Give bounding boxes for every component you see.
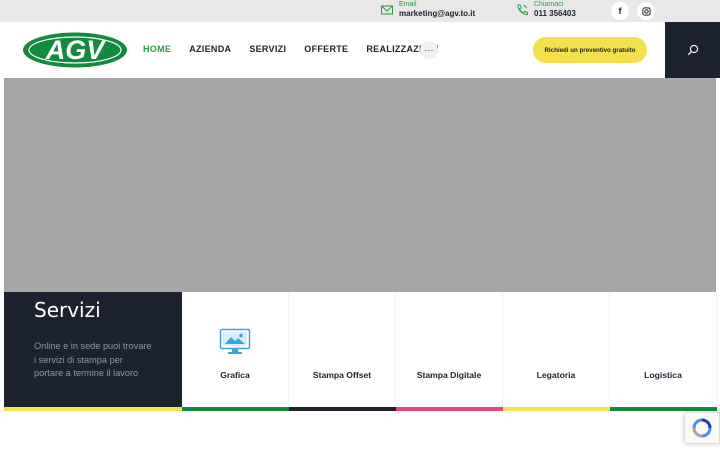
nav-servizi[interactable]: SERVIZI xyxy=(249,44,286,54)
recaptcha-badge[interactable] xyxy=(684,412,720,444)
service-card-stampa-digitale[interactable]: Stampa Digitale xyxy=(396,292,503,408)
mail-icon xyxy=(381,5,393,15)
phone-value[interactable]: 011 356403 xyxy=(534,9,576,19)
service-label: Logistica xyxy=(644,370,682,380)
instagram-icon[interactable] xyxy=(637,2,655,20)
service-card-logistica[interactable]: Logistica xyxy=(610,292,717,408)
quote-request-button[interactable]: Richiedi un preventivo gratuito xyxy=(533,37,647,63)
service-card-stampa-offset[interactable]: Stampa Offset xyxy=(289,292,396,408)
services-description: Online e in sede puoi trovare i servizi … xyxy=(34,341,152,379)
nav-offerte[interactable]: OFFERTE xyxy=(304,44,348,54)
card-stripe xyxy=(503,407,610,411)
intro-stripe xyxy=(4,407,182,411)
service-label: Stampa Digitale xyxy=(416,370,482,380)
search-button[interactable] xyxy=(665,22,720,78)
more-menu-button[interactable]: ··· xyxy=(420,41,438,59)
service-label: Grafica xyxy=(220,370,250,380)
card-stripe xyxy=(182,407,289,411)
service-card-grafica[interactable]: Grafica xyxy=(182,292,289,408)
main-header: AGV HOME AZIENDA SERVIZI OFFERTE REALIZZ… xyxy=(0,22,720,78)
nav-azienda[interactable]: AZIENDA xyxy=(189,44,231,54)
service-label: Stampa Offset xyxy=(312,370,372,380)
phone-icon xyxy=(517,4,528,16)
recaptcha-icon xyxy=(692,418,712,438)
service-card-legatoria[interactable]: Legatoria xyxy=(503,292,610,408)
nav-home[interactable]: HOME xyxy=(143,44,171,54)
service-label: Legatoria xyxy=(536,370,576,380)
card-stripe xyxy=(396,407,503,411)
phone-label: Chiamaci xyxy=(534,1,564,8)
monitor-image-icon xyxy=(219,328,251,354)
card-stripe xyxy=(289,407,396,411)
phone-contact[interactable]: Chiamaci 011 356403 xyxy=(515,1,576,19)
card-stripe xyxy=(610,407,717,411)
services-intro: Servizi Online e in sede puoi trovare i … xyxy=(4,292,182,408)
agv-logo[interactable]: AGV xyxy=(22,32,128,68)
email-label: Email xyxy=(399,1,417,8)
logo-text: AGV xyxy=(45,35,107,65)
hero-banner xyxy=(4,78,716,292)
instagram-glyph-icon xyxy=(641,6,651,16)
email-value[interactable]: marketing@agv.to.it xyxy=(399,9,475,19)
facebook-icon[interactable]: f xyxy=(611,2,629,20)
top-bar: Email marketing@agv.to.it Chiamaci 011 3… xyxy=(0,0,720,22)
search-icon xyxy=(687,44,698,56)
services-title: Servizi xyxy=(34,298,101,322)
main-nav: HOME AZIENDA SERVIZI OFFERTE REALIZZAZIO… xyxy=(143,44,457,54)
email-contact[interactable]: Email marketing@agv.to.it xyxy=(380,1,475,19)
